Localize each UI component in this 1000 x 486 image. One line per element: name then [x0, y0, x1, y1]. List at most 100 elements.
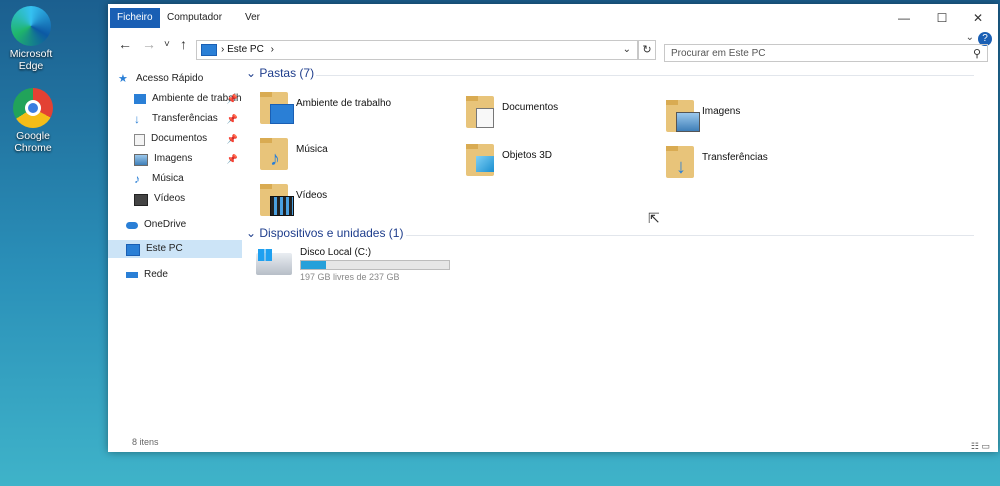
music-icon: ♪: [134, 172, 140, 186]
details-view-icon[interactable]: ☷: [971, 441, 979, 451]
music-badge-icon: ♪: [270, 148, 280, 170]
hard-drive-icon: [256, 249, 292, 275]
sidebar-item-onedrive[interactable]: OneDrive: [108, 216, 242, 234]
chrome-icon: [13, 88, 53, 128]
sidebar-item-label: OneDrive: [144, 219, 187, 230]
sidebar-item-documentos[interactable]: Documentos 📌: [108, 130, 242, 148]
picture-badge-icon: [676, 112, 700, 132]
sidebar-item-label: Música: [152, 173, 184, 184]
chrome-label: Google Chrome: [14, 130, 52, 154]
ribbon-titlebar: Ficheiro Computador Ver — ☐ ✕: [108, 4, 998, 30]
folder-label: Transferências: [702, 152, 768, 163]
folder-objetos-3d[interactable]: Objetos 3D: [466, 144, 636, 184]
film-badge-icon: [270, 196, 294, 216]
sidebar-item-label: Imagens: [154, 153, 193, 164]
sidebar-item-label: Este PC: [146, 243, 183, 254]
drive-space-info: 197 GB livres de 237 GB: [300, 272, 400, 282]
search-input[interactable]: Procurar em Este PC ⚲: [664, 44, 988, 62]
desktop-badge-icon: [270, 104, 294, 124]
sidebar-item-videos[interactable]: Vídeos: [108, 190, 242, 208]
sidebar-item-acesso-rapido[interactable]: ★ Acesso Rápido: [108, 70, 252, 88]
cloud-icon: [126, 222, 138, 229]
up-button[interactable]: ↑: [180, 36, 187, 52]
folder-transferencias[interactable]: ↓ Transferências: [666, 146, 836, 186]
address-bar[interactable]: › Este PC › ⌄: [196, 40, 638, 60]
navigation-bar: ← → ˅ ↑ › Este PC › ⌄ ↻ Procurar em Este…: [108, 34, 998, 62]
item-count: 8 itens: [132, 437, 159, 447]
pin-icon[interactable]: 📌: [227, 150, 238, 168]
drive-c[interactable]: Disco Local (C:) 197 GB livres de 237 GB: [256, 247, 556, 287]
folder-ambiente-de-trabalho[interactable]: Ambiente de trabalho: [260, 92, 430, 132]
download-badge-icon: ↓: [676, 156, 686, 178]
divider: [316, 75, 974, 76]
search-icon[interactable]: ⚲: [973, 45, 981, 63]
sidebar-item-transferencias[interactable]: ↓ Transferências 📌: [108, 110, 242, 128]
tab-ver[interactable]: Ver: [238, 8, 267, 28]
devices-header-label: Dispositivos e unidades (1): [259, 226, 404, 240]
drive-usage-fill: [301, 261, 327, 269]
back-button[interactable]: ←: [118, 36, 132, 52]
mouse-cursor-icon: ⇱: [648, 210, 660, 226]
desktop-icon-edge[interactable]: Microsoft Edge: [0, 6, 62, 72]
folder-label: Ambiente de trabalho: [296, 98, 392, 109]
drive-name: Disco Local (C:): [300, 247, 372, 258]
address-dropdown-icon[interactable]: ⌄: [623, 41, 631, 59]
address-separator: ›: [221, 44, 225, 55]
chevron-down-icon: ⌄: [246, 226, 260, 240]
document-icon: [134, 134, 145, 146]
network-icon: [126, 272, 138, 278]
folder-label: Documentos: [502, 102, 559, 113]
edge-label: Microsoft Edge: [9, 48, 53, 72]
sidebar-item-label: Vídeos: [154, 193, 186, 204]
star-icon: ★: [118, 73, 128, 85]
folder-label: Objetos 3D: [502, 150, 553, 161]
recent-locations-button[interactable]: ˅: [164, 39, 170, 50]
navigation-pane: ★ Acesso Rápido Ambiente de trabalho 📌 ↓ T…: [108, 66, 242, 432]
sidebar-item-rede[interactable]: Rede: [108, 266, 242, 284]
address-separator-end: ›: [270, 44, 274, 55]
maximize-button[interactable]: ☐: [924, 8, 960, 28]
minimize-button[interactable]: —: [886, 8, 922, 28]
sidebar-item-musica[interactable]: ♪ Música: [108, 170, 242, 188]
refresh-button[interactable]: ↻: [638, 40, 656, 60]
close-button[interactable]: ✕: [960, 8, 996, 28]
devices-group-header[interactable]: ⌄ Dispositivos e unidades (1): [246, 226, 403, 240]
status-bar: 8 itens ☷ ▭: [108, 432, 998, 452]
pin-icon[interactable]: 📌: [227, 110, 238, 128]
sidebar-item-label: Documentos: [151, 133, 208, 144]
picture-icon: [134, 154, 148, 166]
desktop-icon: [134, 94, 146, 104]
large-icons-view-icon[interactable]: ▭: [981, 441, 990, 451]
forward-button[interactable]: →: [142, 36, 156, 52]
view-toggle[interactable]: ☷ ▭: [971, 436, 990, 456]
address-text: Este PC: [227, 44, 264, 55]
video-icon: [134, 194, 148, 206]
folder-label: Imagens: [702, 106, 741, 117]
pin-icon[interactable]: 📌: [227, 130, 238, 148]
sidebar-item-ambiente-de-trabalho[interactable]: Ambiente de trabalho 📌: [108, 90, 242, 108]
folder-documentos[interactable]: Documentos: [466, 96, 636, 136]
folders-header-label: Pastas (7): [259, 66, 315, 80]
file-explorer-window: Ficheiro Computador Ver — ☐ ✕ ⌄ ? ← → ˅ …: [108, 4, 998, 452]
tab-computador[interactable]: Computador: [160, 8, 229, 28]
folder-imagens[interactable]: Imagens: [666, 100, 836, 140]
document-badge-icon: [476, 108, 494, 128]
pc-icon: [126, 244, 140, 256]
sidebar-item-imagens[interactable]: Imagens 📌: [108, 150, 242, 168]
sidebar-item-este-pc[interactable]: Este PC: [108, 240, 242, 258]
tab-ficheiro[interactable]: Ficheiro: [110, 8, 160, 28]
drive-usage-bar: [300, 260, 450, 270]
content-pane: ⌄ Pastas (7) Ambiente de trabalho Docume…: [242, 62, 984, 432]
folder-videos[interactable]: Vídeos: [260, 184, 430, 224]
folder-musica[interactable]: ♪ Música: [260, 138, 430, 178]
pin-icon[interactable]: 📌: [227, 90, 238, 108]
chevron-down-icon: ⌄: [246, 66, 260, 80]
pc-icon: [201, 44, 217, 56]
folders-group-header[interactable]: ⌄ Pastas (7): [246, 66, 314, 80]
download-icon: ↓: [134, 112, 140, 126]
desktop-icon-chrome[interactable]: Google Chrome: [2, 88, 64, 154]
search-placeholder: Procurar em Este PC: [671, 48, 766, 59]
divider: [406, 235, 974, 236]
sidebar-item-label: Transferências: [152, 113, 218, 124]
edge-icon: [11, 6, 51, 46]
